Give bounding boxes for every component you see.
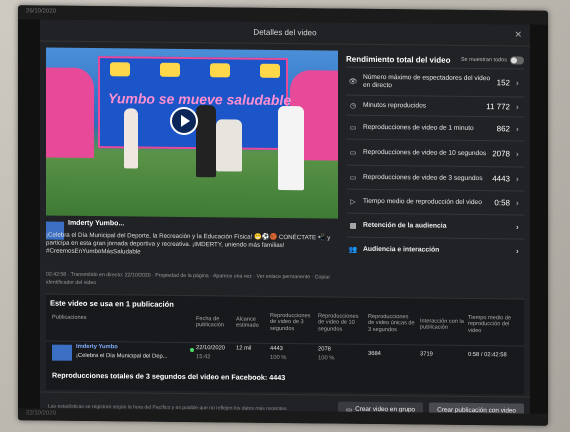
video-icon: ▭: [349, 149, 357, 157]
metric-1min-views[interactable]: ▭ Reproducciones de video de 1 minuto 86…: [346, 114, 524, 141]
logo-icon: [260, 63, 280, 78]
person-figure: [196, 105, 216, 178]
col-views3: Reproducciones de video de 3 segundos: [270, 312, 311, 332]
metric-avg-watch-time[interactable]: ▷ Tiempo medio de reproducción del video…: [346, 188, 524, 215]
performance-title: Rendimiento total del video: [346, 54, 451, 65]
col-publications: Publicaciones: [52, 314, 87, 321]
row-views3-pct: 100 %: [270, 354, 287, 362]
play-icon: [181, 114, 190, 128]
clock-icon: ◷: [349, 102, 357, 110]
play-icon: ▷: [350, 198, 356, 206]
chevron-right-icon: ›: [516, 78, 519, 88]
video-icon: ▭: [349, 174, 357, 182]
chevron-right-icon: ›: [516, 102, 519, 112]
chevron-right-icon: ›: [516, 149, 519, 159]
metric-value: 11 772: [486, 102, 510, 112]
row-views3: 4443: [270, 345, 283, 352]
row-interaction: 3719: [420, 351, 433, 358]
section-label: Retención de la audiencia: [363, 221, 447, 230]
post-description: ¡Celebra el Día Municipal del Deporte, l…: [46, 231, 331, 256]
post-meta: 02:42:58 · Transmitido en directo: 22/10…: [46, 271, 331, 286]
person-figure: [278, 105, 304, 191]
row-title[interactable]: Imderty Yumbo: [76, 344, 118, 351]
eye-icon: 👁: [348, 78, 358, 86]
row-date: 22/10/2020: [196, 345, 226, 352]
metric-value: 0:58: [494, 198, 510, 208]
decor-left: [46, 67, 94, 159]
section-label: Audiencia e interacción: [363, 245, 440, 254]
logo-icon: [210, 63, 230, 78]
video-icon: ▭: [349, 124, 357, 132]
play-button[interactable]: [170, 106, 198, 136]
col-views10: Reproducciones de video de 10 segundos: [318, 313, 359, 333]
monitor-screen: 26/10/2020 Detalles del video ✕ Yumbo se…: [18, 5, 548, 426]
table-header: Publicaciones Fecha de publicación Alcan…: [46, 311, 524, 344]
metric-label: Reproducciones de video de 10 segundos: [363, 148, 487, 157]
modal-title: Detalles del video: [253, 27, 317, 38]
chevron-right-icon: ›: [516, 246, 519, 256]
metric-value: 152: [496, 78, 510, 88]
post-thumbnail: [52, 344, 72, 361]
col-avg-time: Tiempo medio de reproducción del video: [468, 314, 512, 334]
video-player[interactable]: Yumbo se mueve saludable: [46, 47, 338, 219]
person-figure: [124, 108, 138, 169]
col-reach: Alcance estimado: [236, 316, 259, 330]
toggle-label: Se muestran todos: [460, 56, 507, 64]
modal-header: Detalles del video ✕: [40, 19, 530, 47]
person-wheelchair: [216, 119, 242, 172]
metric-label: Tiempo medio de reproducción del video: [363, 197, 482, 206]
post-info: Imderty Yumbo... ¡Celebra el Día Municip…: [46, 220, 338, 293]
col-interaction: Interacción con la publicación: [420, 318, 464, 332]
logo-icon: [110, 62, 130, 77]
performance-panel: Rendimiento total del video Se muestran …: [346, 51, 524, 293]
chevron-right-icon: ›: [516, 222, 519, 232]
metric-3s-views[interactable]: ▭ Reproducciones de video de 3 segundos …: [346, 164, 524, 191]
row-avg-time: 0:58 / 02:42:58: [468, 351, 507, 359]
chevron-right-icon: ›: [516, 198, 519, 208]
row-desc: ¡Celebra el Día Municipal del Dep...: [76, 352, 168, 360]
metric-label: Reproducciones de video de 1 minuto: [363, 123, 474, 132]
metric-value: 862: [496, 124, 510, 134]
post-title[interactable]: Imderty Yumbo...: [68, 220, 124, 228]
logo-icon: [160, 62, 180, 77]
metric-10s-views[interactable]: ▭ Reproducciones de video de 10 segundos…: [346, 138, 524, 167]
col-unique: Reproducciones de video únicas de 3 segu…: [368, 313, 415, 334]
metric-label: Minutos reproducidos: [363, 101, 427, 110]
section-audience-retention[interactable]: ▤ Retención de la audiencia ›: [346, 212, 524, 239]
table-row[interactable]: Imderty Yumbo ¡Celebra el Día Municipal …: [46, 340, 524, 370]
section-audience-engagement[interactable]: 👥 Audiencia e interacción ›: [346, 236, 524, 263]
total-3s-views: Reproducciones totales de 3 segundos del…: [52, 370, 286, 383]
close-icon[interactable]: ✕: [514, 29, 522, 40]
col-date: Fecha de publicación: [196, 316, 224, 329]
performance-header: Rendimiento total del video Se muestran …: [346, 51, 524, 69]
metric-value: 2078: [492, 149, 510, 159]
retention-icon: ▤: [349, 222, 357, 230]
row-unique: 3684: [368, 350, 381, 358]
metric-label: Número máximo de espectadores del video …: [363, 73, 491, 89]
row-views10-pct: 100 %: [318, 355, 335, 362]
chevron-right-icon: ›: [516, 174, 519, 184]
chevron-right-icon: ›: [516, 124, 519, 134]
show-all-toggle-wrap: Se muestran todos: [461, 56, 524, 65]
status-dot: [190, 348, 194, 353]
row-views10: 2078: [318, 346, 331, 353]
metric-minutes-viewed[interactable]: ◷ Minutos reproducidos 11 772 ›: [346, 94, 524, 117]
metric-value: 4443: [492, 174, 510, 184]
video-details-modal: Detalles del video ✕ Yumbo se mueve salu…: [40, 19, 530, 425]
usage-section: Este video se usa en 1 publicación Publi…: [46, 293, 524, 395]
show-all-toggle[interactable]: [510, 56, 524, 65]
row-time: 15:42: [196, 354, 211, 361]
metric-label: Reproducciones de video de 3 segundos: [363, 173, 483, 182]
people-icon: 👥: [348, 246, 358, 254]
metric-peak-viewers[interactable]: 👁 Número máximo de espectadores del vide…: [346, 66, 524, 97]
row-reach: 12 mil: [236, 345, 252, 352]
